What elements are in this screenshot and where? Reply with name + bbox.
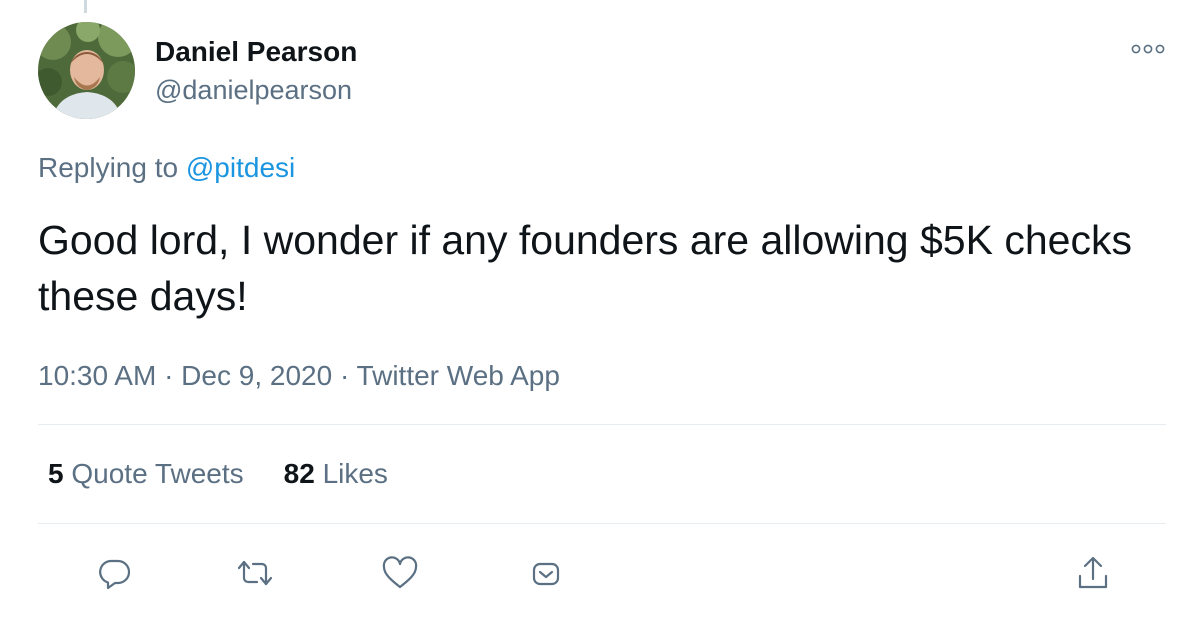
likes-label: Likes [322,458,388,489]
tweet-text: Good lord, I wonder if any founders are … [38,217,1132,319]
quote-tweets-stat[interactable]: 5 Quote Tweets [48,456,244,492]
author-name[interactable]: Daniel Pearson [155,35,357,69]
divider [38,424,1166,425]
likes-count: 82 [283,458,315,489]
thread-connector-line [84,0,87,13]
more-icon [1131,44,1165,54]
dm-icon [532,562,560,586]
like-button[interactable] [378,551,422,595]
share-button[interactable] [1071,551,1115,595]
author-handle[interactable]: @danielpearson [155,73,352,107]
tweet-timestamp-source[interactable]: 10:30 AM · Dec 9, 2020 · Twitter Web App [38,358,560,394]
replying-to-label: Replying to [38,152,179,183]
avatar-image [38,22,135,119]
tweet-action-bar [0,551,1200,595]
quote-tweets-label: Quote Tweets [71,458,244,489]
divider [38,523,1166,524]
share-icon [1078,556,1108,589]
dm-button[interactable] [523,551,567,595]
engagement-stats: 5 Quote Tweets 82 Likes [48,456,388,492]
reply-button[interactable] [93,551,137,595]
replying-to-line: Replying to @pitdesi [38,150,295,186]
retweet-icon [237,560,273,586]
retweet-button[interactable] [233,551,277,595]
likes-stat[interactable]: 82 Likes [284,456,388,492]
replying-to-handle-link[interactable]: @pitdesi [186,152,295,183]
heart-icon [382,556,418,589]
more-options-button[interactable] [1128,36,1168,62]
quote-tweets-count: 5 [48,458,64,489]
avatar[interactable] [38,22,135,119]
reply-icon [99,559,131,590]
